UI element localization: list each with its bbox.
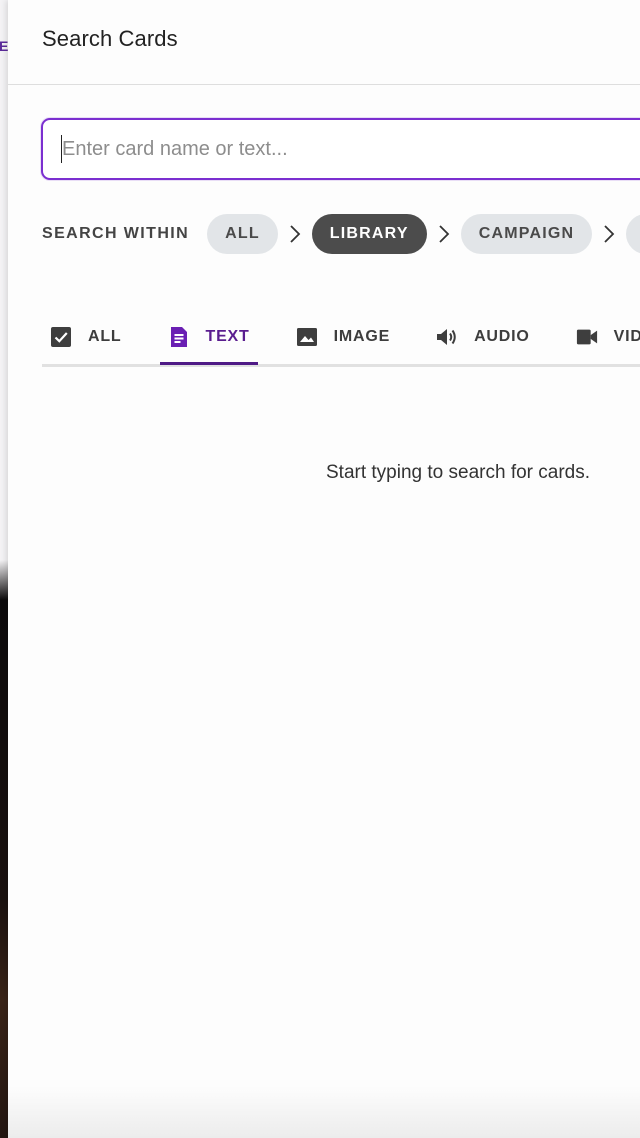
- search-within-label: SEARCH WITHIN: [42, 224, 190, 242]
- card-type-tabs: ALL TEXT IMAGE AUDIO VID: [42, 312, 640, 367]
- scope-pill-all[interactable]: ALL: [207, 213, 278, 254]
- tab-text-label: TEXT: [205, 328, 250, 345]
- tab-video[interactable]: VID: [568, 312, 640, 362]
- text-caret: [61, 135, 62, 163]
- panel-footer: [8, 1086, 640, 1138]
- video-camera-icon: [576, 326, 598, 348]
- speaker-icon: [436, 326, 458, 348]
- empty-state-message: Start typing to search for cards.: [326, 462, 591, 483]
- tab-image[interactable]: IMAGE: [288, 312, 398, 362]
- tab-all-label: ALL: [88, 328, 122, 345]
- chevron-right-icon: [592, 224, 626, 244]
- scope-pill-campaign[interactable]: CAMPAIGN: [460, 213, 593, 254]
- chevron-right-icon: [427, 224, 461, 244]
- tab-audio-label: AUDIO: [474, 328, 530, 345]
- panel-title: Search Cards: [42, 26, 178, 51]
- scope-pill-truncated[interactable]: S: [626, 213, 640, 254]
- tab-all[interactable]: ALL: [42, 312, 130, 362]
- search-within-bar: SEARCH WITHIN ALL LIBRARY CAMPAIGN S: [42, 213, 640, 254]
- checkbox-icon: [50, 326, 72, 348]
- chevron-right-icon: [278, 224, 312, 244]
- tab-image-label: IMAGE: [333, 328, 391, 345]
- search-input[interactable]: [41, 118, 640, 180]
- panel-header: Search Cards: [8, 0, 640, 85]
- search-field-wrapper: [41, 118, 640, 180]
- tab-video-label: VID: [613, 328, 640, 345]
- search-cards-panel: Search Cards SEARCH WITHIN ALL LIBRARY C…: [8, 0, 640, 1138]
- document-icon: [168, 326, 190, 348]
- tab-text[interactable]: TEXT: [159, 312, 258, 365]
- scope-pill-library[interactable]: LIBRARY: [311, 213, 427, 254]
- tab-audio[interactable]: AUDIO: [428, 312, 538, 362]
- image-icon: [296, 326, 318, 348]
